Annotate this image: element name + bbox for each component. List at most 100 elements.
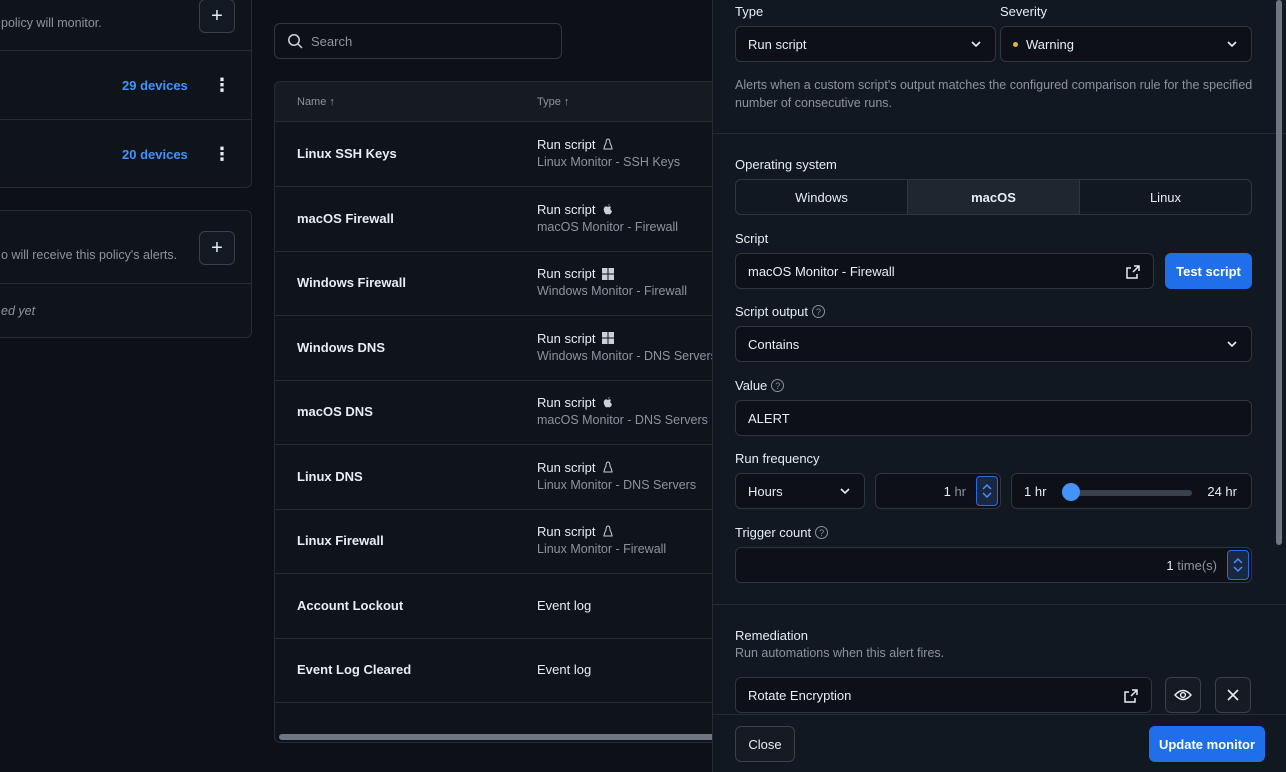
table-row[interactable]: macOS Firewall Run script macOS Monitor - … xyxy=(275,187,723,252)
remediation-item[interactable]: Rotate Encryption xyxy=(735,677,1152,713)
monitor-type: Event log xyxy=(537,662,592,677)
target-row: 20 devices ⋮ xyxy=(0,119,251,188)
monitor-script: Windows Monitor - Firewall xyxy=(537,284,688,298)
help-icon[interactable]: ? xyxy=(812,305,825,318)
severity-select[interactable]: Warning xyxy=(1000,26,1252,62)
table-row[interactable]: Windows Firewall Run script Windows Monito… xyxy=(275,251,723,316)
search-icon xyxy=(288,34,303,49)
value-input[interactable]: ALERT xyxy=(735,400,1252,436)
monitor-name: macOS Firewall xyxy=(297,210,394,226)
add-recipient-button[interactable]: + xyxy=(199,231,235,265)
devices-link[interactable]: 20 devices xyxy=(122,147,188,162)
chevron-up-icon[interactable] xyxy=(982,483,992,491)
close-button[interactable]: Close xyxy=(735,726,795,762)
sort-up-icon: ↑ xyxy=(563,96,570,108)
chevron-down-icon xyxy=(1227,41,1237,48)
trigger-stepper[interactable] xyxy=(1227,550,1249,580)
help-icon[interactable]: ? xyxy=(771,379,785,392)
monitor-type: Run script xyxy=(537,331,614,346)
type-description: Alerts when a custom script's output mat… xyxy=(735,78,1253,110)
os-option-windows[interactable]: Windows xyxy=(736,180,908,214)
table-row[interactable]: macOS DNS Run script macOS Monitor - DNS S… xyxy=(275,380,723,445)
monitor-script: macOS Monitor - Firewall xyxy=(537,219,678,234)
horizontal-scrollbar[interactable] xyxy=(279,734,719,740)
type-label: Type xyxy=(735,4,764,19)
search-box[interactable] xyxy=(274,23,562,59)
frequency-slider[interactable]: 1 hr 24 hr xyxy=(1011,473,1252,509)
monitor-script: macOS Monitor - DNS Servers xyxy=(537,413,708,427)
eye-icon xyxy=(1174,689,1192,701)
trigger-count-label: Trigger count? xyxy=(735,525,829,540)
frequency-unit-select[interactable]: Hours xyxy=(735,473,865,509)
windows-icon xyxy=(601,332,614,344)
value-label: Value? xyxy=(735,378,785,393)
edit-monitor-drawer: Type Run script Severity Warning Alerts … xyxy=(712,0,1286,772)
table-row[interactable]: Windows DNS Run script Windows Monitor - D… xyxy=(275,316,723,381)
windows-icon xyxy=(601,267,614,280)
column-header-type[interactable]: Type ↑ xyxy=(537,96,569,108)
os-label: Operating system xyxy=(735,157,837,172)
search-input[interactable] xyxy=(311,33,541,49)
update-monitor-button[interactable]: Update monitor xyxy=(1149,726,1265,762)
table-row[interactable]: Linux Firewall Run script Linux Monitor - … xyxy=(275,509,723,574)
monitor-name: Account Lockout xyxy=(297,597,404,613)
remediation-title: Remediation xyxy=(735,628,808,643)
trigger-count-input[interactable]: 1 time(s) xyxy=(735,547,1252,583)
apple-icon xyxy=(602,396,614,409)
recipients-card: o will receive this policy's alerts. + e… xyxy=(0,210,252,338)
monitor-type: Run script xyxy=(537,202,614,217)
recipients-empty-row: ed yet xyxy=(0,283,251,338)
divider xyxy=(713,133,1286,134)
external-link-icon[interactable] xyxy=(1123,688,1139,704)
script-output-select[interactable]: Contains xyxy=(735,326,1252,362)
divider xyxy=(713,604,1286,605)
monitor-script: Linux Monitor - SSH Keys xyxy=(537,155,681,169)
kebab-menu-icon[interactable]: ⋮ xyxy=(213,76,231,94)
table-row[interactable]: Linux SSH Keys Run script Linux Monitor - … xyxy=(275,122,723,187)
external-link-icon[interactable] xyxy=(1125,264,1141,280)
table-header: Name ↑ Type ↑ xyxy=(275,82,723,122)
monitor-name: Linux DNS xyxy=(297,468,363,484)
monitor-name: Windows DNS xyxy=(297,339,385,355)
type-select[interactable]: Run script xyxy=(735,26,996,62)
monitors-table: Name ↑ Type ↑ Linux SSH Keys Run script Li… xyxy=(274,81,724,743)
script-field[interactable]: macOS Monitor - Firewall xyxy=(735,253,1154,289)
monitor-script: Linux Monitor - Firewall xyxy=(537,542,667,556)
slider-track[interactable] xyxy=(1074,490,1192,496)
monitor-type: Run script xyxy=(537,137,614,152)
os-option-linux[interactable]: Linux xyxy=(1080,180,1251,214)
vertical-scrollbar[interactable] xyxy=(1276,0,1282,545)
chevron-up-icon[interactable] xyxy=(1233,557,1243,565)
chevron-down-icon[interactable] xyxy=(1233,565,1243,573)
monitor-name: Linux Firewall xyxy=(297,533,384,548)
close-icon xyxy=(1227,689,1239,701)
kebab-menu-icon[interactable]: ⋮ xyxy=(213,145,231,163)
column-header-name[interactable]: Name ↑ xyxy=(297,96,335,108)
frequency-amount-input[interactable]: 1 hr xyxy=(875,473,1001,509)
monitor-script: Linux Monitor - DNS Servers xyxy=(537,477,697,492)
monitor-name: Event Log Cleared xyxy=(297,662,412,677)
view-remediation-button[interactable] xyxy=(1165,677,1201,713)
help-icon[interactable]: ? xyxy=(815,526,829,539)
table-row[interactable]: Linux DNS Run script Linux Monitor - DNS S… xyxy=(275,445,723,510)
monitor-script: Windows Monitor - DNS Servers xyxy=(537,348,717,363)
slider-handle[interactable] xyxy=(1062,483,1080,501)
recipients-empty-text: ed yet xyxy=(1,304,36,318)
test-script-button[interactable]: Test script xyxy=(1165,253,1252,289)
monitor-type: Run script xyxy=(537,395,614,410)
chevron-down-icon[interactable] xyxy=(982,491,992,499)
frequency-stepper[interactable] xyxy=(976,476,998,506)
remove-remediation-button[interactable] xyxy=(1215,677,1251,713)
monitor-name: macOS DNS xyxy=(297,404,373,419)
os-option-macos[interactable]: macOS xyxy=(908,180,1080,214)
run-frequency-label: Run frequency xyxy=(735,451,820,466)
monitor-name: Linux SSH Keys xyxy=(297,146,397,161)
monitor-type: Run script xyxy=(537,524,614,539)
devices-link[interactable]: 29 devices xyxy=(122,78,188,93)
linux-icon xyxy=(602,460,614,474)
table-row[interactable]: Event Log Cleared Event log xyxy=(275,638,723,703)
monitor-name: Windows Firewall xyxy=(297,275,406,290)
table-row[interactable]: Account Lockout Event log xyxy=(275,574,723,639)
add-target-button[interactable]: + xyxy=(199,0,235,33)
chevron-down-icon xyxy=(971,41,981,48)
